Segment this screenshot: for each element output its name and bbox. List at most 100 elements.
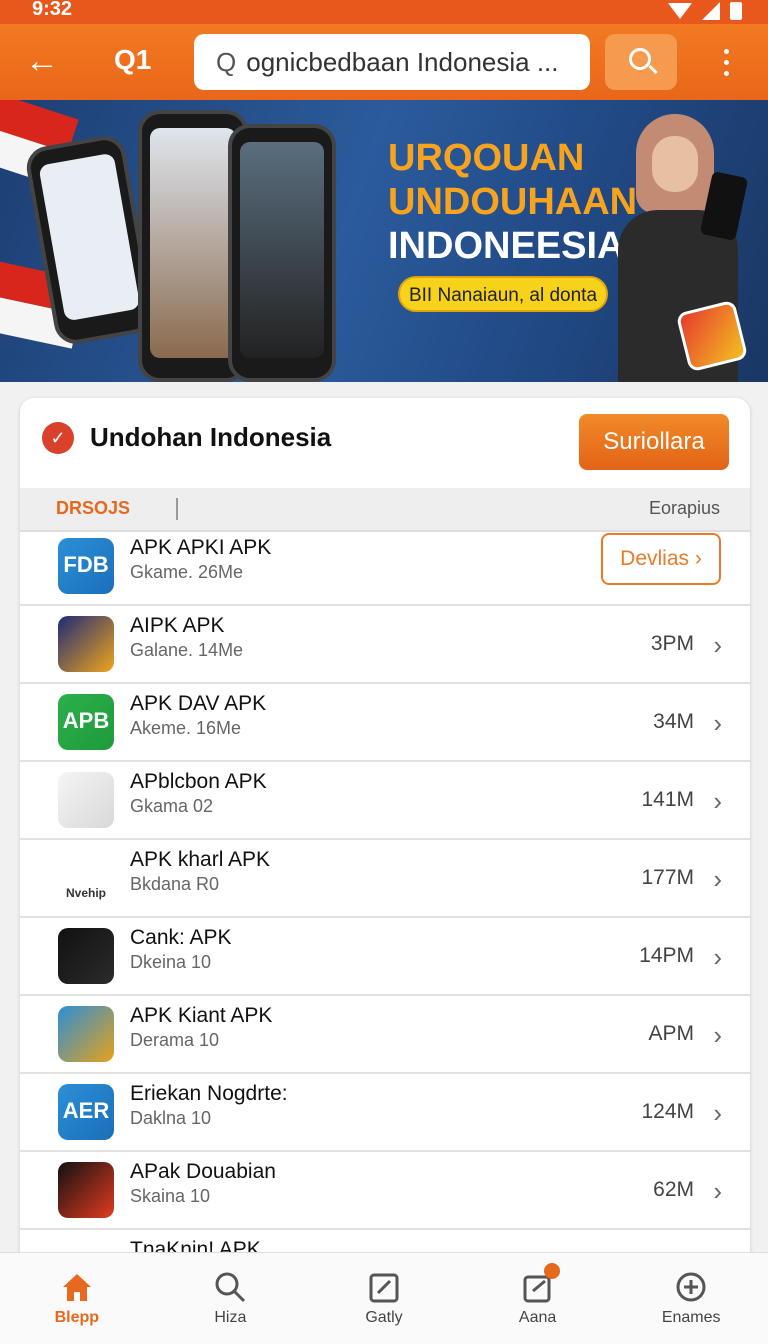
wifi-icon [668, 3, 692, 19]
search-prefix-icon: Q [216, 46, 237, 77]
app-bar: ← Q1 Q [0, 24, 768, 100]
app-list-item[interactable]: Nvehip APK kharl APK Bkdana R0 177M › [20, 840, 750, 918]
chevron-right-icon[interactable]: › [713, 786, 722, 817]
app-list-item[interactable]: APblcbon APK Gkama 02 141M › [20, 762, 750, 840]
chevron-right-icon[interactable]: › [713, 864, 722, 895]
app-name: AIPK APK [130, 614, 225, 637]
check-icon: ✓ [42, 422, 74, 454]
chevron-right-icon[interactable]: › [713, 630, 722, 661]
card-title: Undohan Indonesia [90, 422, 332, 452]
details-button[interactable]: Devlias › [601, 533, 721, 585]
home-icon [59, 1269, 95, 1305]
app-bar-label: Q1 [114, 44, 152, 75]
status-bar: 9:32 [0, 0, 768, 24]
nav-label: Enames [661, 1309, 721, 1326]
app-size: 3PM [650, 632, 694, 655]
chevron-right-icon[interactable]: › [713, 1176, 722, 1207]
app-size: 124M [641, 1100, 694, 1123]
phone-image [228, 124, 336, 382]
app-size: 177M [641, 866, 694, 889]
app-name: Eriekan Nogdrte: [130, 1082, 288, 1105]
app-name: APK DAV APK [130, 692, 267, 715]
app-subtitle: Skaina 10 [130, 1186, 211, 1206]
notification-badge [543, 1263, 560, 1279]
tab-secondary[interactable]: Eorapius [649, 498, 720, 519]
app-size: 14PM [639, 944, 694, 967]
nav-item-hiza[interactable]: Hiza [154, 1253, 308, 1344]
search-button[interactable] [605, 34, 677, 90]
bottom-nav: Blepp Hiza Gatly Aana Enames [0, 1252, 768, 1344]
promo-banner[interactable]: URQOUAN UNDOUHAAN INDONEESIA! BII Nanaia… [0, 100, 768, 382]
status-icons [668, 0, 742, 22]
nav-label: Aana [518, 1309, 557, 1326]
app-icon-label: AER [62, 1098, 110, 1123]
arrow-left-icon[interactable]: ← [22, 42, 62, 82]
more-vertical-icon[interactable] [714, 40, 738, 84]
app-subtitle: Galane. 14Me [130, 640, 244, 660]
app-icon [58, 616, 114, 672]
app-size: 34M [653, 710, 694, 733]
app-subtitle: Dkeina 10 [130, 952, 212, 972]
app-subtitle: Akeme. 16Me [130, 718, 242, 738]
list-tabs: DRSOJS Eorapius [20, 488, 750, 532]
app-subtitle: Derama 10 [130, 1030, 220, 1050]
app-icon: Nvehip [58, 850, 114, 906]
app-list-item[interactable]: AER Eriekan Nogdrte: Daklna 10 124M › [20, 1074, 750, 1152]
chevron-right-icon[interactable]: › [713, 942, 722, 973]
search-input[interactable] [246, 46, 567, 78]
banner-headline: URQOUAN UNDOUHAAN INDONEESIA! [388, 137, 638, 267]
app-subtitle: Gkama 02 [130, 796, 214, 816]
tab-primary[interactable]: DRSOJS [56, 498, 130, 519]
app-icon [58, 928, 114, 984]
nav-item-blepp[interactable]: Blepp [0, 1253, 154, 1344]
chevron-right-icon[interactable]: › [713, 1020, 722, 1051]
app-list-item[interactable]: FDB APK APKI APK Gkame. 26Me Devlias › [20, 528, 750, 606]
nav-label: Blepp [54, 1309, 100, 1326]
battery-icon [730, 2, 742, 20]
app-size: APM [648, 1022, 694, 1045]
chevron-right-icon[interactable]: › [713, 1098, 722, 1129]
nav-item-aana[interactable]: Aana [461, 1253, 615, 1344]
nav-item-enames[interactable]: Enames [614, 1253, 768, 1344]
app-size: 141M [641, 788, 694, 811]
app-name: Cank: APK [130, 926, 232, 949]
nav-item-gatly[interactable]: Gatly [307, 1253, 461, 1344]
app-icon: AER [58, 1084, 114, 1140]
app-name: APK Kiant APK [130, 1004, 273, 1027]
card-header: ✓ Undohan Indonesia Suriollara [20, 398, 750, 488]
app-icon: APB [58, 694, 114, 750]
app-icon [58, 1162, 114, 1218]
app-name: APak Douabian [130, 1160, 276, 1183]
app-icon-label: FDB [63, 552, 109, 577]
app-icon [58, 772, 114, 828]
app-list-item[interactable]: APB APK DAV APK Akeme. 16Me 34M › [20, 684, 750, 762]
app-name: APK kharl APK [130, 848, 271, 871]
app-name: APK APKI APK [130, 536, 272, 559]
share-icon [520, 1263, 560, 1305]
app-icon-label: APB [62, 708, 110, 733]
app-list-item[interactable]: APK Kiant APK Derama 10 APM › [20, 996, 750, 1074]
app-icon-label: Nvehip [65, 886, 106, 900]
search-icon [212, 1269, 248, 1305]
app-subtitle: Gkame. 26Me [130, 562, 244, 582]
primary-action-button[interactable]: Suriollara [579, 414, 729, 470]
app-subtitle: Daklna 10 [130, 1108, 212, 1128]
signal-icon [702, 2, 720, 20]
nav-label: Gatly [365, 1309, 403, 1326]
app-size: 62M [653, 1178, 694, 1201]
banner-pill: BII Nanaiaun, al donta [398, 276, 608, 312]
app-subtitle: Bkdana R0 [130, 874, 220, 894]
app-list-item[interactable]: Cank: APK Dkeina 10 14PM › [20, 918, 750, 996]
app-list-item[interactable]: AIPK APK Galane. 14Me 3PM › [20, 606, 750, 684]
nav-label: Hiza [214, 1309, 247, 1326]
status-time: 9:32 [32, 0, 73, 20]
app-list-item[interactable]: APak Douabian Skaina 10 62M › [20, 1152, 750, 1230]
app-icon: FDB [58, 538, 114, 594]
app-icon [58, 1006, 114, 1062]
search-box[interactable]: Q [194, 34, 590, 90]
app-name: APblcbon APK [130, 770, 267, 793]
edit-icon [366, 1269, 402, 1305]
plus-circle-icon [673, 1269, 709, 1305]
chevron-right-icon[interactable]: › [713, 708, 722, 739]
app-list-card: ✓ Undohan Indonesia Suriollara DRSOJS Eo… [20, 398, 750, 1268]
